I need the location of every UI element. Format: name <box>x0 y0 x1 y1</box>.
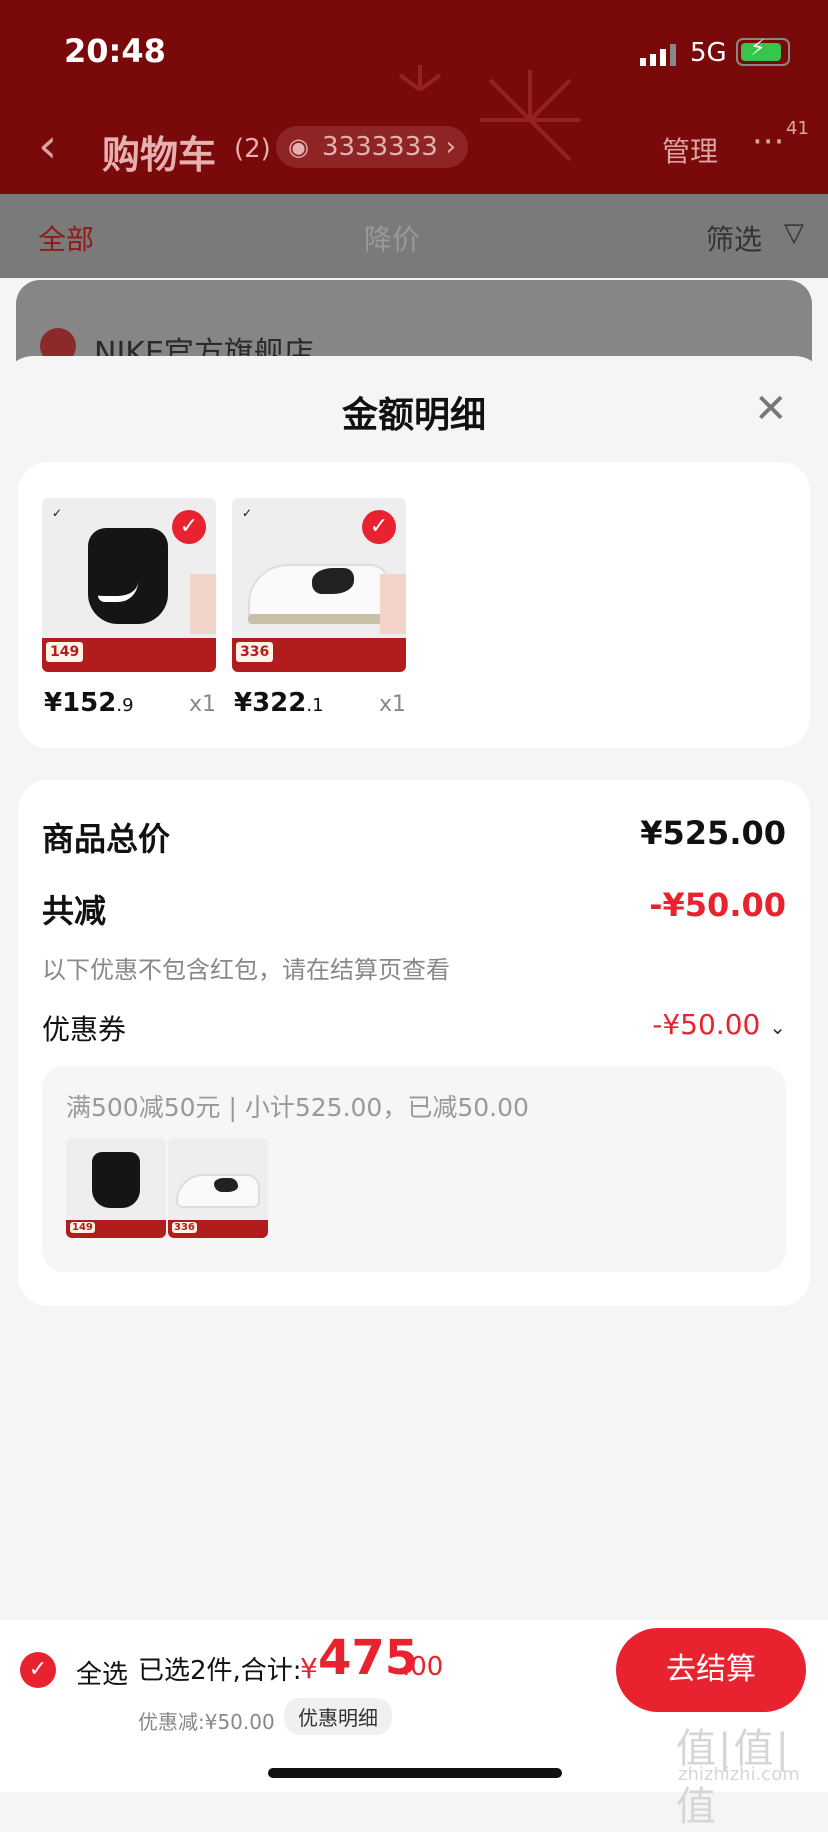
filter-bar: 全部 降价 筛选 ▽ <box>0 194 828 278</box>
tab-all[interactable]: 全部 <box>38 218 94 258</box>
currency-symbol: ¥ <box>300 1652 318 1685</box>
cart-count: (2) <box>234 134 271 164</box>
sheet-title: 金额明细 <box>341 395 486 436</box>
signal-icon <box>640 44 676 66</box>
total-value: ¥525.00 <box>640 814 786 852</box>
watermark-text: zhizhizhi.com <box>678 1764 800 1785</box>
checkout-button[interactable]: 去结算 <box>616 1628 806 1712</box>
product-quantity: x1 <box>188 692 216 717</box>
price-banner: 149 <box>42 638 216 672</box>
items-card: ✓ 149 ✓ ¥152.9 x1 ✓ 336 ✓ ¥322.1 x1 <box>18 462 810 748</box>
promo-strip <box>190 574 216 634</box>
coupon-product-thumb-shoes: 336 <box>168 1138 268 1238</box>
funnel-icon[interactable]: ▽ <box>784 218 804 248</box>
price-tag: 336 <box>172 1222 197 1233</box>
coupon-product-thumb-gloves: 149 <box>66 1138 166 1238</box>
views-count: 3333333 <box>322 132 438 162</box>
navigation-bar: ‹ 购物车 (2) ◉ 3333333 › 管理 ··· 41 <box>0 100 828 194</box>
status-bar: 20:48 5G ⚡ <box>0 0 828 100</box>
discount-label: 共减 <box>42 892 107 930</box>
price-detail-sheet: 金额明细 ✕ ✓ 149 ✓ ¥152.9 x1 ✓ 336 ✓ ¥322.1 … <box>0 356 828 1620</box>
status-time: 20:48 <box>64 32 166 70</box>
price-tag: 149 <box>70 1222 95 1233</box>
promo-strip <box>380 574 406 634</box>
checkout-bar: ✓ 全选 已选2件,合计: ¥ 475 .00 优惠减:¥50.00 优惠明细 … <box>0 1620 828 1830</box>
network-type: 5G <box>690 38 727 68</box>
price-banner: 336 <box>232 638 406 672</box>
price-tag: 336 <box>236 642 274 662</box>
selected-check-icon[interactable]: ✓ <box>172 510 206 544</box>
select-all-check-icon[interactable]: ✓ <box>20 1652 56 1688</box>
select-all-label[interactable]: 全选 <box>76 1654 128 1691</box>
close-icon[interactable]: ✕ <box>754 386 788 432</box>
product-price: ¥152.9 <box>44 688 134 718</box>
total-decimal: .00 <box>402 1652 444 1682</box>
coupon-description: 满500减50元 | 小计525.00，已减50.00 <box>66 1093 529 1122</box>
price-tag: 149 <box>46 642 84 662</box>
product-image-gloves: ✓ 149 ✓ <box>42 498 216 672</box>
product-quantity: x1 <box>378 692 406 717</box>
eye-icon: ◉ <box>288 133 309 161</box>
coupon-detail-box: 满500减50元 | 小计525.00，已减50.00 149 336 <box>42 1066 786 1272</box>
coupon-label: 优惠券 <box>42 1013 127 1046</box>
summary-card: 商品总价 ¥525.00 共减 -¥50.00 以下优惠不包含红包，请在结算页查… <box>18 780 810 1306</box>
manage-button[interactable]: 管理 <box>662 130 718 170</box>
home-indicator[interactable] <box>268 1768 562 1778</box>
more-icon[interactable]: ··· <box>752 122 784 162</box>
discount-value: -¥50.00 <box>649 886 786 924</box>
back-icon[interactable]: ‹ <box>38 118 57 174</box>
tab-price-drop[interactable]: 降价 <box>364 218 420 258</box>
chevron-right-icon: › <box>445 132 456 162</box>
product-image-shoes: ✓ 336 ✓ <box>232 498 406 672</box>
total-label: 商品总价 <box>42 820 171 858</box>
selected-check-icon[interactable]: ✓ <box>362 510 396 544</box>
product-item-shoes[interactable]: ✓ 336 ✓ ¥322.1 x1 <box>232 498 406 718</box>
page-title: 购物车 <box>102 133 217 177</box>
discount-note: 以下优惠不包含红包，请在结算页查看 <box>42 956 450 984</box>
nike-logo-icon: ✓ <box>242 506 253 520</box>
nike-logo-icon: ✓ <box>52 506 63 520</box>
product-price: ¥322.1 <box>234 688 324 718</box>
product-item-gloves[interactable]: ✓ 149 ✓ ¥152.9 x1 <box>42 498 216 718</box>
coupon-value[interactable]: -¥50.00 ⌄ <box>652 1008 786 1041</box>
chevron-down-icon: ⌄ <box>769 1015 786 1039</box>
views-pill[interactable]: ◉ 3333333 › <box>276 126 468 168</box>
filter-button[interactable]: 筛选 <box>706 218 762 258</box>
battery-icon: ⚡ <box>736 36 790 66</box>
message-badge: 41 <box>786 118 809 139</box>
discount-detail-button[interactable]: 优惠明细 <box>284 1698 392 1735</box>
discount-summary: 优惠减:¥50.00 <box>138 1710 275 1734</box>
selected-count: 已选2件,合计: <box>138 1656 302 1686</box>
